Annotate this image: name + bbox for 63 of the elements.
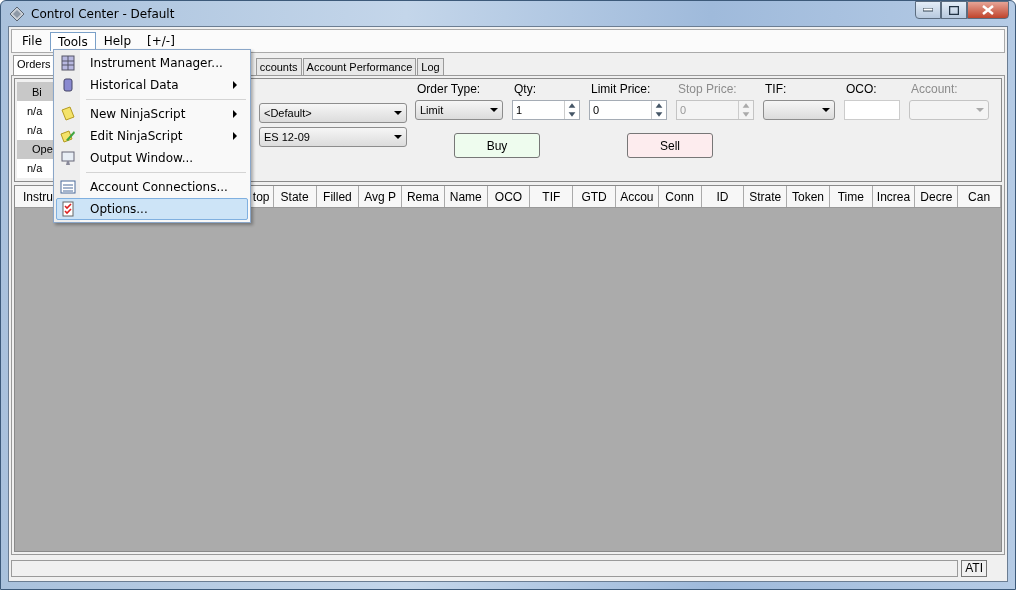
column-header[interactable]: Accou (615, 186, 659, 207)
column-header[interactable]: OCO (487, 186, 531, 207)
sell-button[interactable]: Sell (627, 133, 713, 158)
column-header[interactable]: Filled (316, 186, 360, 207)
column-header[interactable]: Conn (658, 186, 702, 207)
instrument-dropdown[interactable]: ES 12-09 (259, 127, 407, 147)
column-header[interactable]: Time (829, 186, 873, 207)
menu-item[interactable]: File (14, 31, 51, 51)
tab[interactable]: Log (417, 58, 444, 75)
dropdown[interactable] (763, 100, 835, 120)
field-label: OCO: (845, 82, 878, 96)
minimize-icon (923, 8, 933, 12)
window-title: Control Center - Default (31, 6, 175, 21)
field-label: TIF: (764, 82, 788, 96)
field-label: Limit Price: (590, 82, 652, 96)
text-field[interactable] (844, 100, 900, 120)
menu-item[interactable]: Account Connections... (56, 176, 248, 198)
close-button[interactable] (967, 1, 1009, 19)
menu-item[interactable]: [+/-] (139, 31, 183, 51)
column-header[interactable]: Decre (915, 186, 959, 207)
buy-button[interactable]: Buy (454, 133, 540, 158)
spinner-field[interactable]: 1 (512, 100, 580, 120)
column-header[interactable]: TIF (530, 186, 574, 207)
tab[interactable]: ccounts (255, 58, 302, 75)
menu-item[interactable]: Instrument Manager... (56, 52, 248, 74)
status-panel: ATI (961, 559, 987, 577)
column-header[interactable]: Token (787, 186, 830, 207)
spinner-field[interactable]: 0 (589, 100, 667, 120)
column-header[interactable]: Strate (744, 186, 788, 207)
app-icon (9, 5, 25, 22)
field-label: Order Type: (416, 82, 482, 96)
menu-item[interactable]: Tools (50, 31, 96, 51)
maximize-icon (949, 5, 959, 15)
checklist-icon (60, 201, 76, 217)
column-header[interactable]: GTD (573, 186, 616, 207)
maximize-button[interactable] (941, 1, 967, 19)
table-icon (60, 55, 76, 71)
column-header[interactable]: Can (958, 186, 1001, 207)
tab[interactable]: Account Performance (302, 58, 417, 75)
column-header[interactable]: Rema (402, 186, 445, 207)
close-icon (982, 5, 994, 15)
submenu-arrow-icon (231, 80, 239, 90)
dropdown[interactable]: Limit (415, 100, 503, 120)
column-header[interactable]: State (273, 186, 317, 207)
submenu-arrow-icon (231, 109, 239, 119)
column-header[interactable]: Avg P (359, 186, 403, 207)
database-icon (60, 77, 76, 93)
field-label: Account: (910, 82, 959, 96)
minimize-button[interactable] (915, 1, 941, 19)
tab[interactable]: Orders (13, 55, 55, 75)
field-label: Qty: (513, 82, 537, 96)
column-header[interactable]: Name (444, 186, 488, 207)
column-header[interactable]: ID (701, 186, 745, 207)
instrument-dropdown[interactable]: <Default> (259, 103, 407, 123)
notepad-icon (60, 106, 76, 122)
menu-item[interactable]: Help (95, 31, 139, 51)
field-label: Stop Price: (677, 82, 738, 96)
column-header[interactable]: Increa (872, 186, 916, 207)
menu-item[interactable]: Options... (56, 198, 248, 220)
pencil-icon (60, 128, 76, 144)
list-icon (60, 179, 76, 195)
monitor-icon (60, 150, 76, 166)
submenu-arrow-icon (231, 131, 239, 141)
